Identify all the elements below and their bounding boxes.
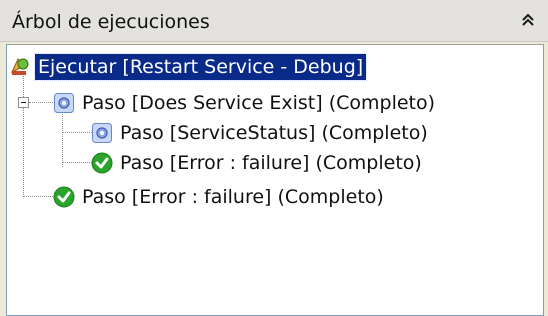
- tree-node-label: Paso [Error : failure] (Completo): [120, 152, 422, 174]
- tree-node-label: Paso [Does Service Exist] (Completo): [82, 92, 436, 114]
- execution-tree[interactable]: Ejecutar [Restart Service - Debug] Paso …: [6, 44, 544, 316]
- double-chevron-up-icon: [522, 13, 534, 26]
- gear-step-icon: [53, 92, 75, 114]
- tree-node-label: Paso [ServiceStatus] (Completo): [120, 122, 428, 144]
- panel-title: Árbol de ejecuciones: [12, 11, 210, 33]
- execution-tree-panel: Árbol de ejecuciones Ejecutar [Restart S…: [0, 0, 548, 316]
- run-script-icon: [9, 56, 31, 78]
- collapse-button[interactable]: [518, 10, 538, 30]
- tree-connector: [62, 132, 92, 133]
- tree-node-label: Paso [Error : failure] (Completo): [82, 186, 384, 208]
- tree-connector: [62, 111, 63, 167]
- tree-node-step[interactable]: Paso [ServiceStatus] (Completo): [91, 119, 431, 147]
- gear-step-icon: [91, 122, 113, 144]
- success-check-icon: [91, 152, 113, 174]
- tree-connector: [23, 73, 24, 197]
- tree-root-label: Ejecutar [Restart Service - Debug]: [33, 53, 368, 81]
- collapse-node-toggle[interactable]: [18, 97, 29, 108]
- tree-connector: [62, 162, 92, 163]
- tree-connector: [29, 102, 55, 103]
- success-check-icon: [53, 186, 75, 208]
- panel-header: Árbol de ejecuciones: [0, 0, 548, 42]
- tree-node-step[interactable]: Paso [Error : failure] (Completo): [91, 149, 425, 177]
- tree-node-step[interactable]: Paso [Does Service Exist] (Completo): [53, 89, 438, 117]
- tree-node-step[interactable]: Paso [Error : failure] (Completo): [53, 183, 387, 211]
- tree-root-node[interactable]: Ejecutar [Restart Service - Debug]: [9, 53, 368, 81]
- tree-connector: [23, 196, 55, 197]
